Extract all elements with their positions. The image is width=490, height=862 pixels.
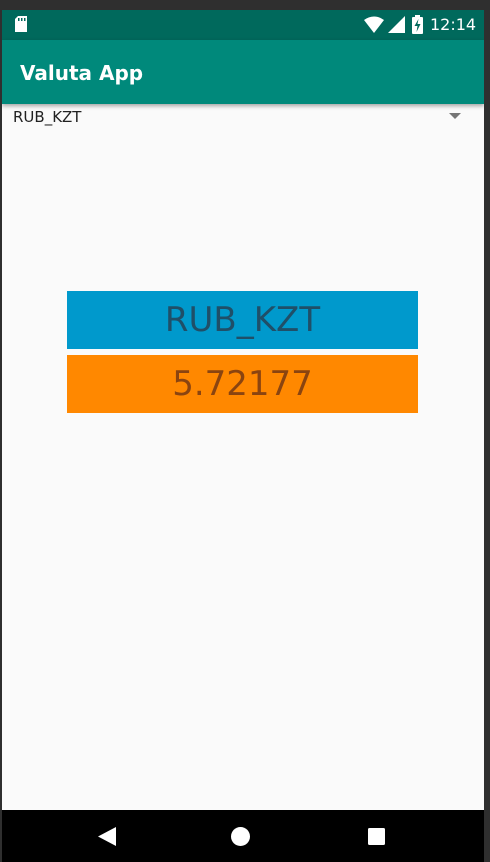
status-bar: 12:14 [2, 10, 484, 40]
app-toolbar: Valuta App [2, 40, 484, 104]
cell-signal-icon [388, 16, 405, 33]
recents-icon[interactable] [368, 828, 385, 845]
wifi-icon [364, 16, 384, 33]
phone-screen: 12:14 Valuta App RUB_KZT RUB_KZT 5.72177 [2, 10, 484, 862]
exchange-rate-value: 5.72177 [67, 355, 418, 413]
dropdown-arrow-icon [449, 113, 461, 119]
back-icon[interactable] [98, 827, 116, 846]
currency-pair-spinner[interactable]: RUB_KZT [2, 104, 484, 132]
app-title: Valuta App [20, 61, 144, 85]
sd-card-icon [15, 16, 27, 32]
spinner-selected-value: RUB_KZT [13, 108, 82, 126]
battery-charging-icon [412, 15, 423, 34]
home-icon[interactable] [231, 827, 250, 846]
status-clock: 12:14 [430, 15, 477, 34]
navigation-bar [2, 810, 484, 862]
currency-pair-label: RUB_KZT [67, 291, 418, 349]
device-frame: 12:14 Valuta App RUB_KZT RUB_KZT 5.72177 [0, 0, 490, 862]
